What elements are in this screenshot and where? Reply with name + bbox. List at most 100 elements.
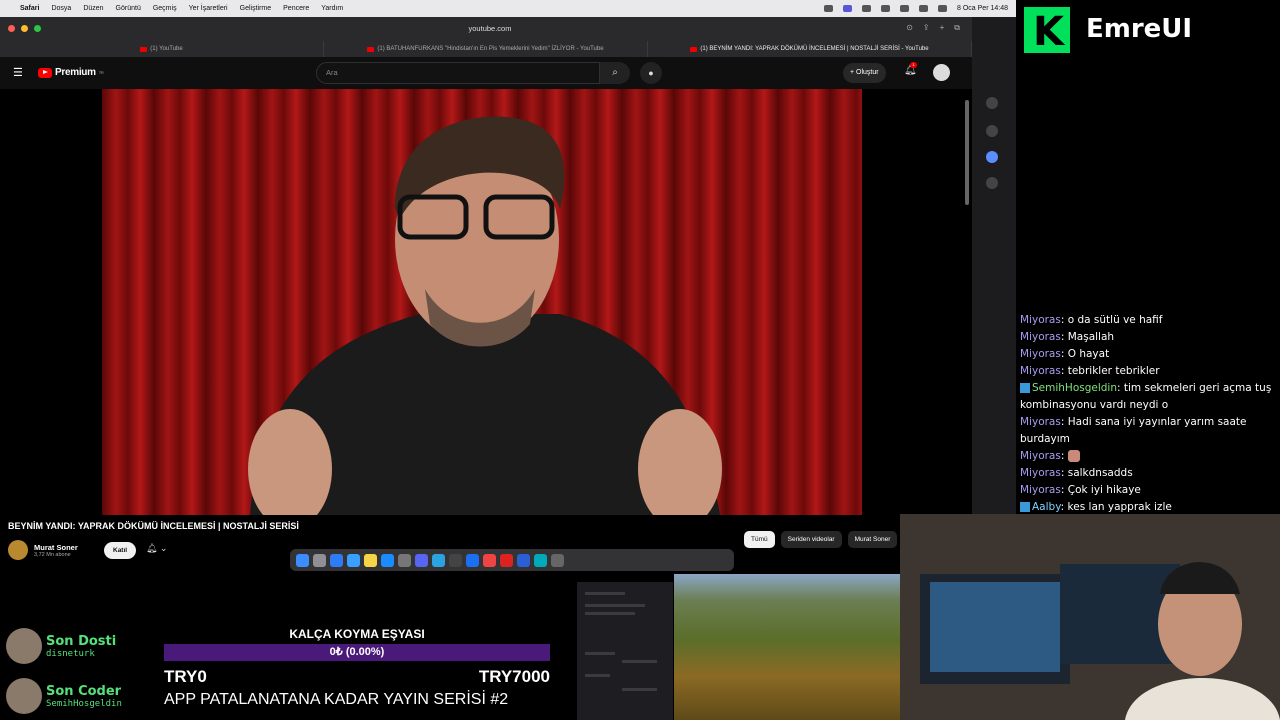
chat-message: Miyoras: salkdnsadds [1020, 467, 1133, 479]
side-icon[interactable] [986, 97, 998, 109]
stream-series-title: APP PATALANATANA KADAR YAYIN SERİSİ #2 [164, 691, 509, 708]
safari-icon[interactable] [330, 553, 343, 567]
launchpad-icon[interactable] [313, 553, 326, 567]
video-player[interactable] [0, 89, 972, 515]
chat-text: O hayat [1067, 348, 1110, 360]
chat-username: Miyoras [1020, 416, 1061, 428]
menu-item-window[interactable]: Pencere [283, 5, 309, 12]
create-button[interactable]: + Oluştur [843, 63, 886, 83]
menu-app-name[interactable]: Safari [20, 5, 39, 12]
browser-tab[interactable]: (1) BATUHANFURKANS "Hindistan'ın En Pis … [324, 41, 648, 57]
chat-username: Aalby [1032, 501, 1061, 513]
notes-icon[interactable] [364, 553, 377, 567]
wifi-icon[interactable] [900, 5, 910, 12]
obs-panel [577, 582, 673, 720]
chat-username: Miyoras [1020, 467, 1061, 479]
search-icon[interactable] [919, 5, 929, 12]
close-window-button[interactable] [8, 25, 15, 32]
youtube-icon [367, 46, 375, 52]
tab-label: (1) YouTube [150, 46, 183, 52]
channel-avatar[interactable] [8, 540, 28, 560]
chat-username: Miyoras [1020, 365, 1061, 377]
chat-username: Miyoras [1020, 331, 1061, 343]
side-icon[interactable] [986, 125, 998, 137]
xcode-icon[interactable] [466, 553, 479, 567]
minimize-window-button[interactable] [21, 25, 28, 32]
browser-tab-active[interactable]: (1) BEYNİM YANDI: YAPRAK DÖKÜMÜ İNCELEME… [648, 41, 972, 57]
finder-icon[interactable] [296, 553, 309, 567]
chat-username: Miyoras [1020, 450, 1061, 462]
app-store-icon[interactable] [381, 553, 394, 567]
headphones-icon[interactable] [881, 5, 891, 12]
zoom-window-button[interactable] [34, 25, 41, 32]
status-icon[interactable] [824, 5, 834, 12]
goal-title: KALÇA KOYMA EŞYASI [289, 627, 425, 641]
browser-tab[interactable]: (1) YouTube [0, 41, 324, 57]
side-icon[interactable] [986, 151, 998, 163]
tab-overview-icon[interactable]: ⧉ [954, 23, 960, 33]
chat-message: SemihHosgeldin: tim sekmeleri geri açma … [1020, 382, 1272, 411]
donor-name: disneturk [46, 648, 95, 659]
notifications-button[interactable]: 🔔︎ 1 [904, 62, 917, 76]
chat-text: Maşallah [1067, 331, 1115, 343]
chip-series[interactable]: Seriden videolar [780, 531, 842, 548]
chip-channel[interactable]: Murat Soner [847, 531, 898, 548]
discord-icon[interactable] [415, 553, 428, 567]
terminal-icon[interactable] [449, 553, 462, 567]
macos-dock [290, 549, 734, 571]
voice-search-button[interactable]: ● [640, 62, 662, 84]
recommendation-chips: Tümü Seriden videolar Murat Soner [744, 531, 898, 548]
badge-icon [1020, 502, 1030, 512]
chat-text: o da sütlü ve hafif [1067, 314, 1163, 326]
opera-icon[interactable] [500, 553, 513, 567]
subscription-bell-button[interactable]: 🔔︎ ⌄ [146, 543, 167, 554]
control-center-icon[interactable] [938, 5, 948, 12]
youtube-play-icon [38, 67, 52, 78]
share-icon[interactable]: ⇪ [923, 23, 930, 33]
app-icon[interactable] [517, 553, 530, 567]
menu-item-history[interactable]: Geçmiş [153, 5, 177, 12]
youtube-logo[interactable]: Premium TR [38, 67, 104, 78]
menu-item-view[interactable]: Görüntü [116, 5, 141, 12]
menu-item-file[interactable]: Dosya [51, 5, 71, 12]
chat-username: Miyoras [1020, 484, 1061, 496]
search-input[interactable]: Ara [316, 62, 600, 84]
menu-item-edit[interactable]: Düzen [83, 5, 103, 12]
trash-icon[interactable] [551, 553, 564, 567]
chat-username: Miyoras [1020, 314, 1061, 326]
chat-username: SemihHosgeldin [1032, 382, 1117, 394]
menu-item-help[interactable]: Yardım [321, 5, 343, 12]
menu-icon[interactable]: ☰ [13, 68, 24, 79]
streamer-brand: EmreUI [1016, 0, 1280, 60]
panel-line [585, 652, 615, 655]
address-bar[interactable]: youtube.com [280, 22, 700, 36]
channel-name[interactable]: Murat Soner [34, 543, 78, 552]
telegram-icon[interactable] [432, 553, 445, 567]
panel-line [622, 660, 657, 663]
safari-toolbar: youtube.com ⊙ ⇪ + ⧉ (1) YouTube (1) BATU… [0, 17, 972, 57]
youtube-icon [140, 46, 148, 52]
menubar-clock[interactable]: 8 Oca Per 14:48 [957, 5, 1008, 12]
webcam-feed [900, 514, 1280, 720]
page-scrollbar[interactable] [965, 100, 969, 205]
account-avatar[interactable] [933, 64, 950, 81]
logo-region: TR [98, 70, 104, 75]
join-button[interactable]: Katıl [104, 542, 137, 559]
chrome-icon[interactable] [483, 553, 496, 567]
panel-line [585, 592, 625, 595]
download-icon[interactable]: ⊙ [906, 23, 913, 33]
settings-icon[interactable] [398, 553, 411, 567]
video-title: BEYNİM YANDI: YAPRAK DÖKÜMÜ İNCELEMESİ |… [8, 521, 299, 531]
search-button[interactable]: ⌕ [600, 62, 630, 84]
side-icon[interactable] [986, 177, 998, 189]
status-icon[interactable] [862, 5, 872, 12]
screen-record-icon[interactable] [843, 5, 853, 12]
chat-message: Miyoras: Maşallah [1020, 331, 1115, 343]
chip-all[interactable]: Tümü [744, 531, 775, 548]
menu-item-bookmarks[interactable]: Yer İşaretleri [189, 5, 228, 12]
donor-label: Son Coder [46, 683, 122, 699]
menu-item-develop[interactable]: Geliştirme [240, 5, 272, 12]
new-tab-icon[interactable]: + [940, 23, 945, 33]
mail-icon[interactable] [347, 553, 360, 567]
app-icon[interactable] [534, 553, 547, 567]
